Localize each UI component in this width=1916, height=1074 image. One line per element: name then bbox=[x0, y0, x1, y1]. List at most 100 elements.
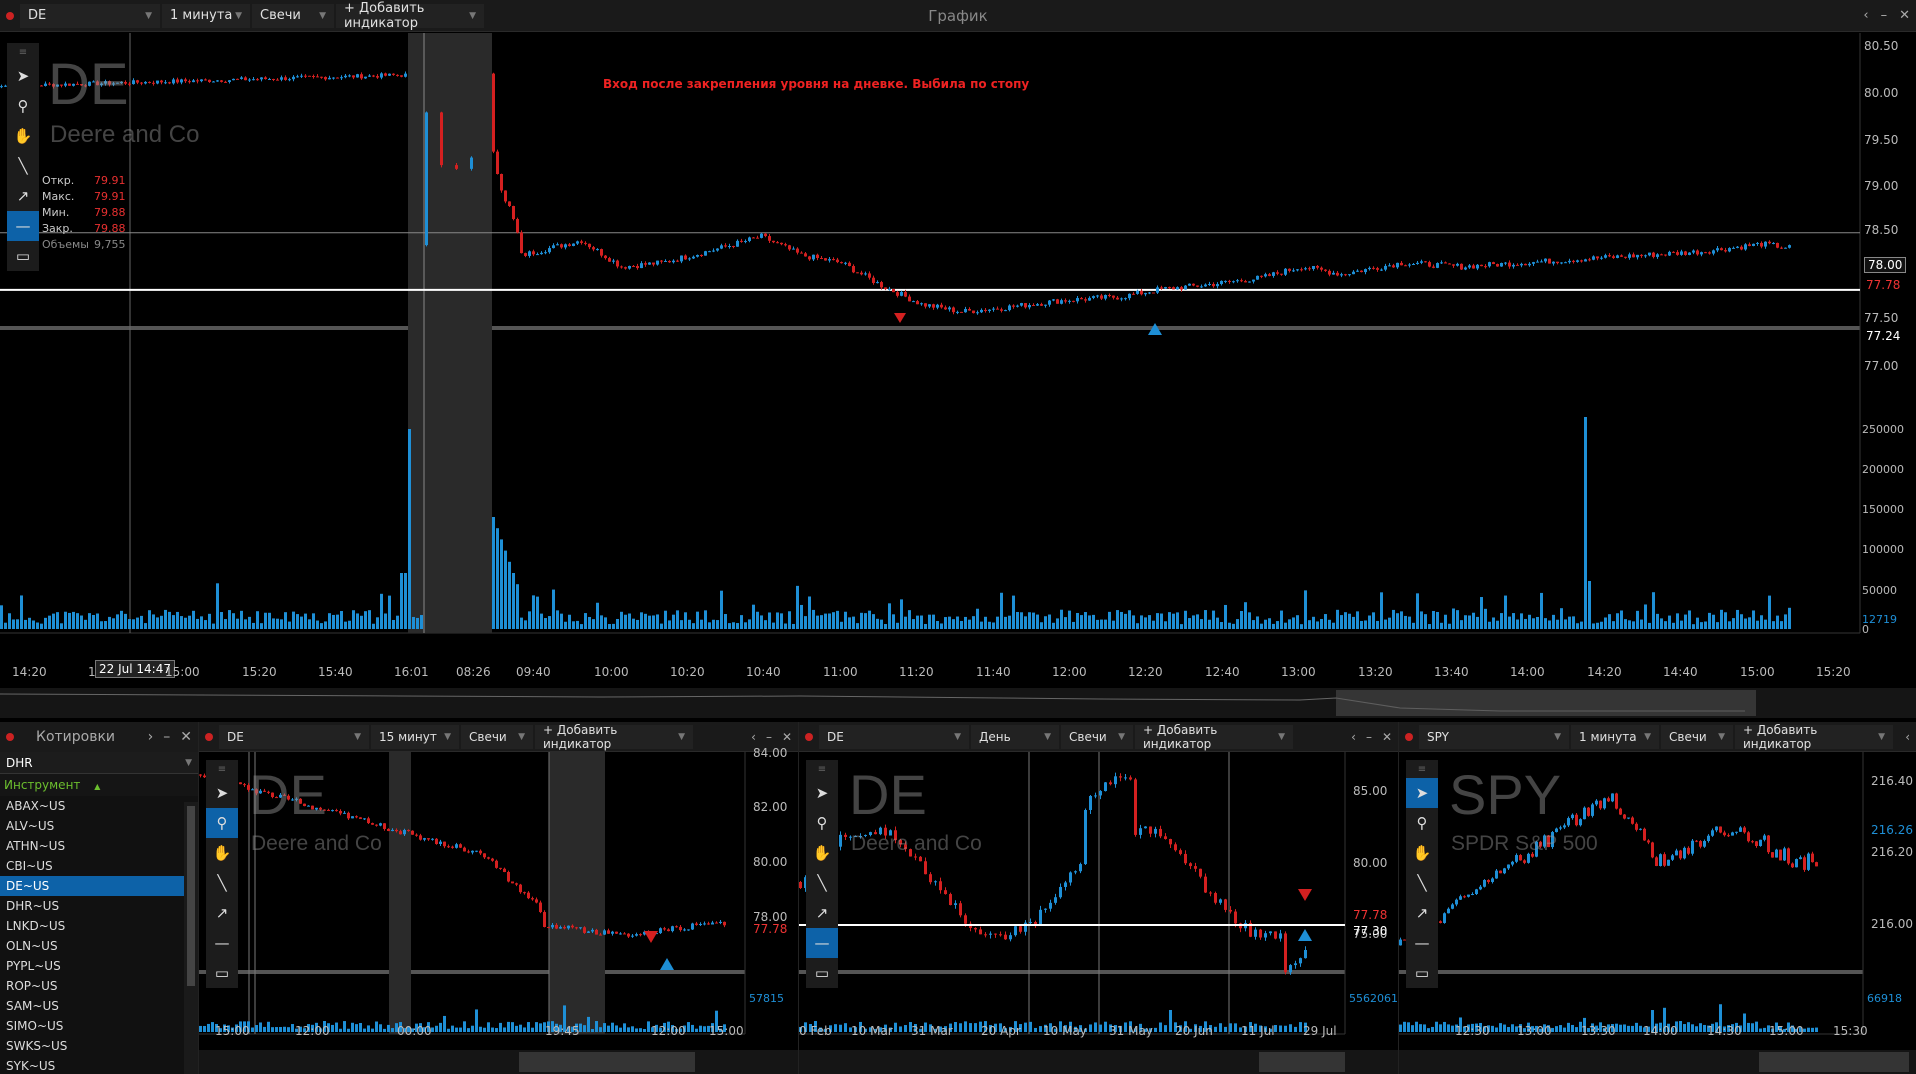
main-chart[interactable]: DE Deere and Co Вход после закрепления у… bbox=[0, 33, 1916, 685]
zoom-icon[interactable]: ⚲ bbox=[206, 808, 238, 838]
price-candle bbox=[1224, 899, 1227, 910]
toolbar-grip-icon[interactable]: ≡ bbox=[1406, 760, 1438, 778]
hand-icon[interactable]: ✋ bbox=[1406, 838, 1438, 868]
close-icon[interactable]: ✕ bbox=[1899, 8, 1910, 23]
rect-icon[interactable]: ▭ bbox=[206, 958, 238, 988]
zoom-icon[interactable]: ⚲ bbox=[806, 808, 838, 838]
quotes-column-header[interactable]: Инструмент ▲ bbox=[0, 774, 198, 796]
cursor-icon[interactable]: ➤ bbox=[1406, 778, 1438, 808]
price-candle bbox=[1740, 246, 1743, 250]
interval-select[interactable]: 15 минут ▼ bbox=[371, 724, 459, 749]
toolbar-grip-icon[interactable]: ≡ bbox=[7, 43, 39, 61]
close-icon[interactable]: ✕ bbox=[782, 730, 792, 744]
symbol-select[interactable]: DE ▼ bbox=[219, 724, 369, 749]
add-indicator-button[interactable]: + Добавить индикатор ▼ bbox=[1735, 723, 1893, 751]
chart-type-select[interactable]: Свечи ▼ bbox=[1061, 724, 1133, 749]
toolbar-grip-icon[interactable]: ≡ bbox=[206, 760, 238, 778]
time-tick-label: 15:00 bbox=[1769, 1024, 1804, 1038]
back-icon[interactable]: ‹ bbox=[1905, 730, 1910, 744]
scrollbar[interactable] bbox=[184, 802, 198, 1074]
toolbar-grip-icon[interactable]: ≡ bbox=[806, 760, 838, 778]
quote-item[interactable]: SAM~US bbox=[0, 996, 198, 1016]
scroller-window[interactable] bbox=[519, 1052, 695, 1072]
hand-icon[interactable]: ✋ bbox=[806, 838, 838, 868]
chart-annotation[interactable]: Вход после закрепления уровня на дневке.… bbox=[603, 77, 1029, 91]
quote-item[interactable]: ROP~US bbox=[0, 976, 198, 996]
line-icon[interactable]: ╲ bbox=[806, 868, 838, 898]
cursor-icon[interactable]: ➤ bbox=[7, 61, 39, 91]
arrow-icon[interactable]: ↗ bbox=[1406, 898, 1438, 928]
symbol-select[interactable]: DE ▼ bbox=[819, 724, 969, 749]
zoom-icon[interactable]: ⚲ bbox=[7, 91, 39, 121]
scroller-window[interactable] bbox=[1259, 1052, 1345, 1072]
quote-item[interactable]: PYPL~US bbox=[0, 956, 198, 976]
quote-item[interactable]: SIMO~US bbox=[0, 1016, 198, 1036]
back-icon[interactable]: ‹ bbox=[751, 730, 756, 744]
hline-icon[interactable]: — bbox=[806, 928, 838, 958]
quote-item[interactable]: LNKD~US bbox=[0, 916, 198, 936]
chart-type-select[interactable]: Свечи ▼ bbox=[1661, 724, 1733, 749]
arrow-icon[interactable]: ↗ bbox=[806, 898, 838, 928]
zoom-icon[interactable]: ⚲ bbox=[1406, 808, 1438, 838]
expand-icon[interactable]: › bbox=[148, 729, 154, 745]
add-indicator-button[interactable]: + Добавить индикатор ▼ bbox=[1135, 723, 1293, 751]
arrow-icon[interactable]: ↗ bbox=[7, 181, 39, 211]
hand-icon[interactable]: ✋ bbox=[206, 838, 238, 868]
back-icon[interactable]: ‹ bbox=[1863, 8, 1868, 23]
main-chart-canvas[interactable] bbox=[0, 33, 1916, 685]
quote-item[interactable]: OLN~US bbox=[0, 936, 198, 956]
hline-icon[interactable]: — bbox=[7, 211, 39, 241]
line-icon[interactable]: ╲ bbox=[1406, 868, 1438, 898]
chart-type-select[interactable]: Свечи ▼ bbox=[461, 724, 533, 749]
cursor-icon[interactable]: ➤ bbox=[806, 778, 838, 808]
quote-item[interactable]: ALV~US bbox=[0, 816, 198, 836]
sort-asc-icon[interactable]: ▲ bbox=[94, 782, 100, 791]
interval-select[interactable]: День ▼ bbox=[971, 724, 1059, 749]
minimize-icon[interactable]: – bbox=[163, 729, 170, 745]
rect-icon[interactable]: ▭ bbox=[1406, 958, 1438, 988]
add-indicator-button[interactable]: + Добавить индикатор ▼ bbox=[336, 1, 484, 31]
quote-item[interactable]: DHR~US bbox=[0, 896, 198, 916]
minimize-icon[interactable]: – bbox=[1881, 8, 1888, 23]
quote-item[interactable]: SYK~US bbox=[0, 1056, 198, 1074]
hline-icon[interactable]: — bbox=[1406, 928, 1438, 958]
scroller-window[interactable] bbox=[1759, 1052, 1909, 1072]
line-icon[interactable]: ╲ bbox=[7, 151, 39, 181]
volume-bar bbox=[1089, 1024, 1092, 1032]
add-indicator-button[interactable]: + Добавить индикатор ▼ bbox=[535, 723, 693, 751]
back-icon[interactable]: ‹ bbox=[1351, 730, 1356, 744]
scrollbar-thumb[interactable] bbox=[187, 806, 195, 986]
close-icon[interactable]: ✕ bbox=[180, 729, 192, 745]
cursor-icon[interactable]: ➤ bbox=[206, 778, 238, 808]
quote-item[interactable]: CBI~US bbox=[0, 856, 198, 876]
overview-scroller[interactable] bbox=[199, 1050, 799, 1074]
symbol-select[interactable]: DE ▼ bbox=[20, 3, 160, 28]
quote-item[interactable]: DE~US bbox=[0, 876, 198, 896]
volume-bar bbox=[148, 610, 151, 629]
minimize-icon[interactable]: – bbox=[1366, 730, 1372, 744]
quote-item[interactable]: ATHN~US bbox=[0, 836, 198, 856]
arrow-icon[interactable]: ↗ bbox=[206, 898, 238, 928]
chevron-down-icon[interactable]: ▼ bbox=[185, 758, 192, 768]
minimize-icon[interactable]: – bbox=[766, 730, 772, 744]
overview-scroller[interactable] bbox=[799, 1050, 1399, 1074]
quotes-search[interactable]: DHR ▼ bbox=[0, 752, 198, 774]
rect-icon[interactable]: ▭ bbox=[806, 958, 838, 988]
line-icon[interactable]: ╲ bbox=[206, 868, 238, 898]
main-overview-scroller[interactable] bbox=[0, 688, 1916, 718]
price-candle bbox=[1711, 830, 1714, 836]
quote-item[interactable]: SWKS~US bbox=[0, 1036, 198, 1056]
chart-type-select[interactable]: Свечи ▼ bbox=[252, 3, 334, 28]
hline-icon[interactable]: — bbox=[206, 928, 238, 958]
interval-select[interactable]: 1 минута ▼ bbox=[1571, 724, 1659, 749]
price-candle bbox=[240, 77, 243, 79]
quote-item[interactable]: ABAX~US bbox=[0, 796, 198, 816]
symbol-select[interactable]: SPY ▼ bbox=[1419, 724, 1569, 749]
rect-icon[interactable]: ▭ bbox=[7, 241, 39, 271]
hand-icon[interactable]: ✋ bbox=[7, 121, 39, 151]
volume-bar bbox=[1036, 614, 1039, 629]
close-icon[interactable]: ✕ bbox=[1382, 730, 1392, 744]
volume-bar bbox=[968, 619, 971, 629]
overview-scroller[interactable] bbox=[1399, 1050, 1916, 1074]
interval-select[interactable]: 1 минута ▼ bbox=[162, 3, 250, 28]
